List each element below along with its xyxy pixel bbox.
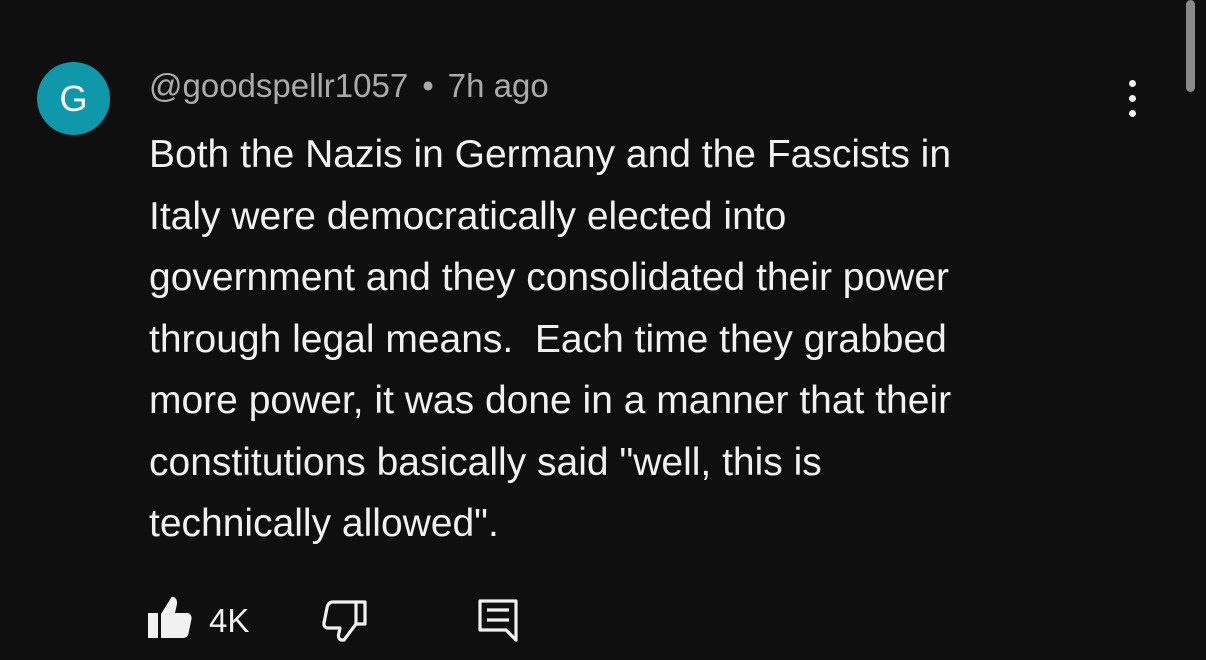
more-vert-icon: [1129, 80, 1136, 87]
comment-thread: G @goodspellr1057 • 7h ago Both the Nazis …: [0, 0, 1206, 660]
reply-comment-icon: [478, 599, 518, 642]
meta-separator: •: [422, 67, 434, 104]
author-handle[interactable]: @goodspellr1057: [149, 67, 408, 104]
like-button[interactable]: [146, 596, 192, 646]
reply-button[interactable]: [476, 598, 520, 648]
timestamp: 7h ago: [447, 67, 549, 104]
avatar[interactable]: G: [37, 62, 110, 135]
dislike-button[interactable]: [320, 600, 368, 650]
more-vert-icon-dot: [1129, 95, 1136, 102]
scrollbar-thumb[interactable]: [1186, 0, 1195, 92]
thumbs-up-icon: [148, 597, 192, 638]
avatar-initial: G: [59, 78, 88, 119]
comment-header: @goodspellr1057 • 7h ago: [149, 66, 549, 106]
more-vert-icon-dot: [1129, 110, 1136, 117]
comment-text: Both the Nazis in Germany and the Fascis…: [149, 133, 952, 545]
thumbs-down-icon: [322, 600, 367, 642]
like-count: 4K: [209, 602, 250, 639]
more-options-button[interactable]: [1113, 76, 1153, 122]
